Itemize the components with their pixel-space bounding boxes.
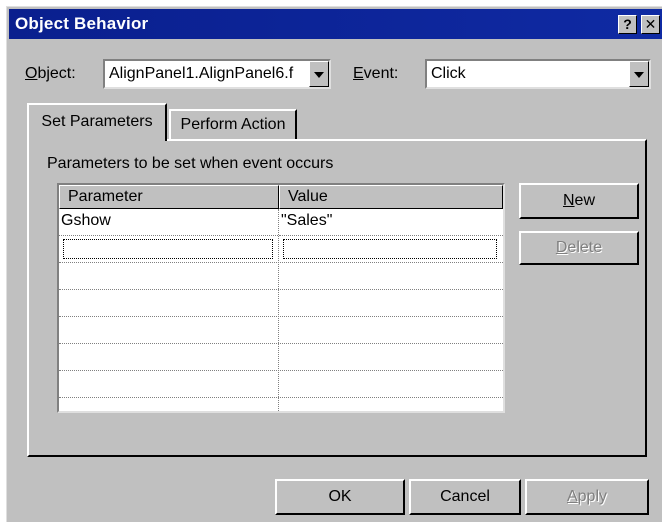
help-icon[interactable]: ? (618, 15, 637, 34)
focus-cell-parameter (63, 239, 273, 259)
cell-value[interactable]: "Sales" (279, 209, 503, 236)
table-row[interactable] (59, 317, 503, 344)
column-header-parameter[interactable]: Parameter (59, 185, 279, 209)
table-row[interactable] (59, 371, 503, 398)
object-label: Object: (25, 65, 76, 82)
event-label: Event: (353, 65, 399, 82)
cancel-button[interactable]: Cancel (409, 479, 521, 515)
tab-perform-action[interactable]: Perform Action (169, 109, 297, 139)
table-row[interactable] (59, 344, 503, 371)
apply-button[interactable]: Apply (525, 479, 649, 515)
window-title: Object Behavior (15, 14, 149, 33)
event-combobox[interactable]: Click (425, 59, 651, 89)
close-icon[interactable]: ✕ (641, 15, 660, 34)
panel-caption: Parameters to be set when event occurs (47, 155, 334, 172)
column-header-value[interactable]: Value (279, 185, 503, 209)
table-row[interactable] (59, 263, 503, 290)
focus-cell-value (283, 239, 497, 259)
parameters-grid[interactable]: Parameter Value Gshow "Sales" (57, 183, 505, 413)
cell-parameter[interactable]: Gshow (59, 209, 278, 236)
chevron-down-icon (634, 72, 644, 78)
object-dropdown-button[interactable] (309, 61, 329, 87)
event-value: Click (431, 65, 466, 82)
delete-button[interactable]: Delete (519, 231, 639, 265)
set-parameters-panel: Parameters to be set when event occurs P… (27, 139, 647, 457)
title-bar[interactable]: Object Behavior ? ✕ (9, 9, 662, 39)
screen: Object Behavior ? ✕ Object: AlignPanel1.… (0, 0, 662, 522)
ok-button[interactable]: OK (275, 479, 405, 515)
object-combobox[interactable]: AlignPanel1.AlignPanel6.f (103, 59, 331, 89)
table-row[interactable] (59, 290, 503, 317)
tab-set-parameters[interactable]: Set Parameters (27, 103, 167, 141)
chevron-down-icon (314, 72, 324, 78)
event-dropdown-button[interactable] (629, 61, 649, 87)
new-button[interactable]: New (519, 183, 639, 219)
object-value: AlignPanel1.AlignPanel6.f (109, 65, 294, 82)
object-behavior-dialog: Object Behavior ? ✕ Object: AlignPanel1.… (6, 6, 662, 522)
